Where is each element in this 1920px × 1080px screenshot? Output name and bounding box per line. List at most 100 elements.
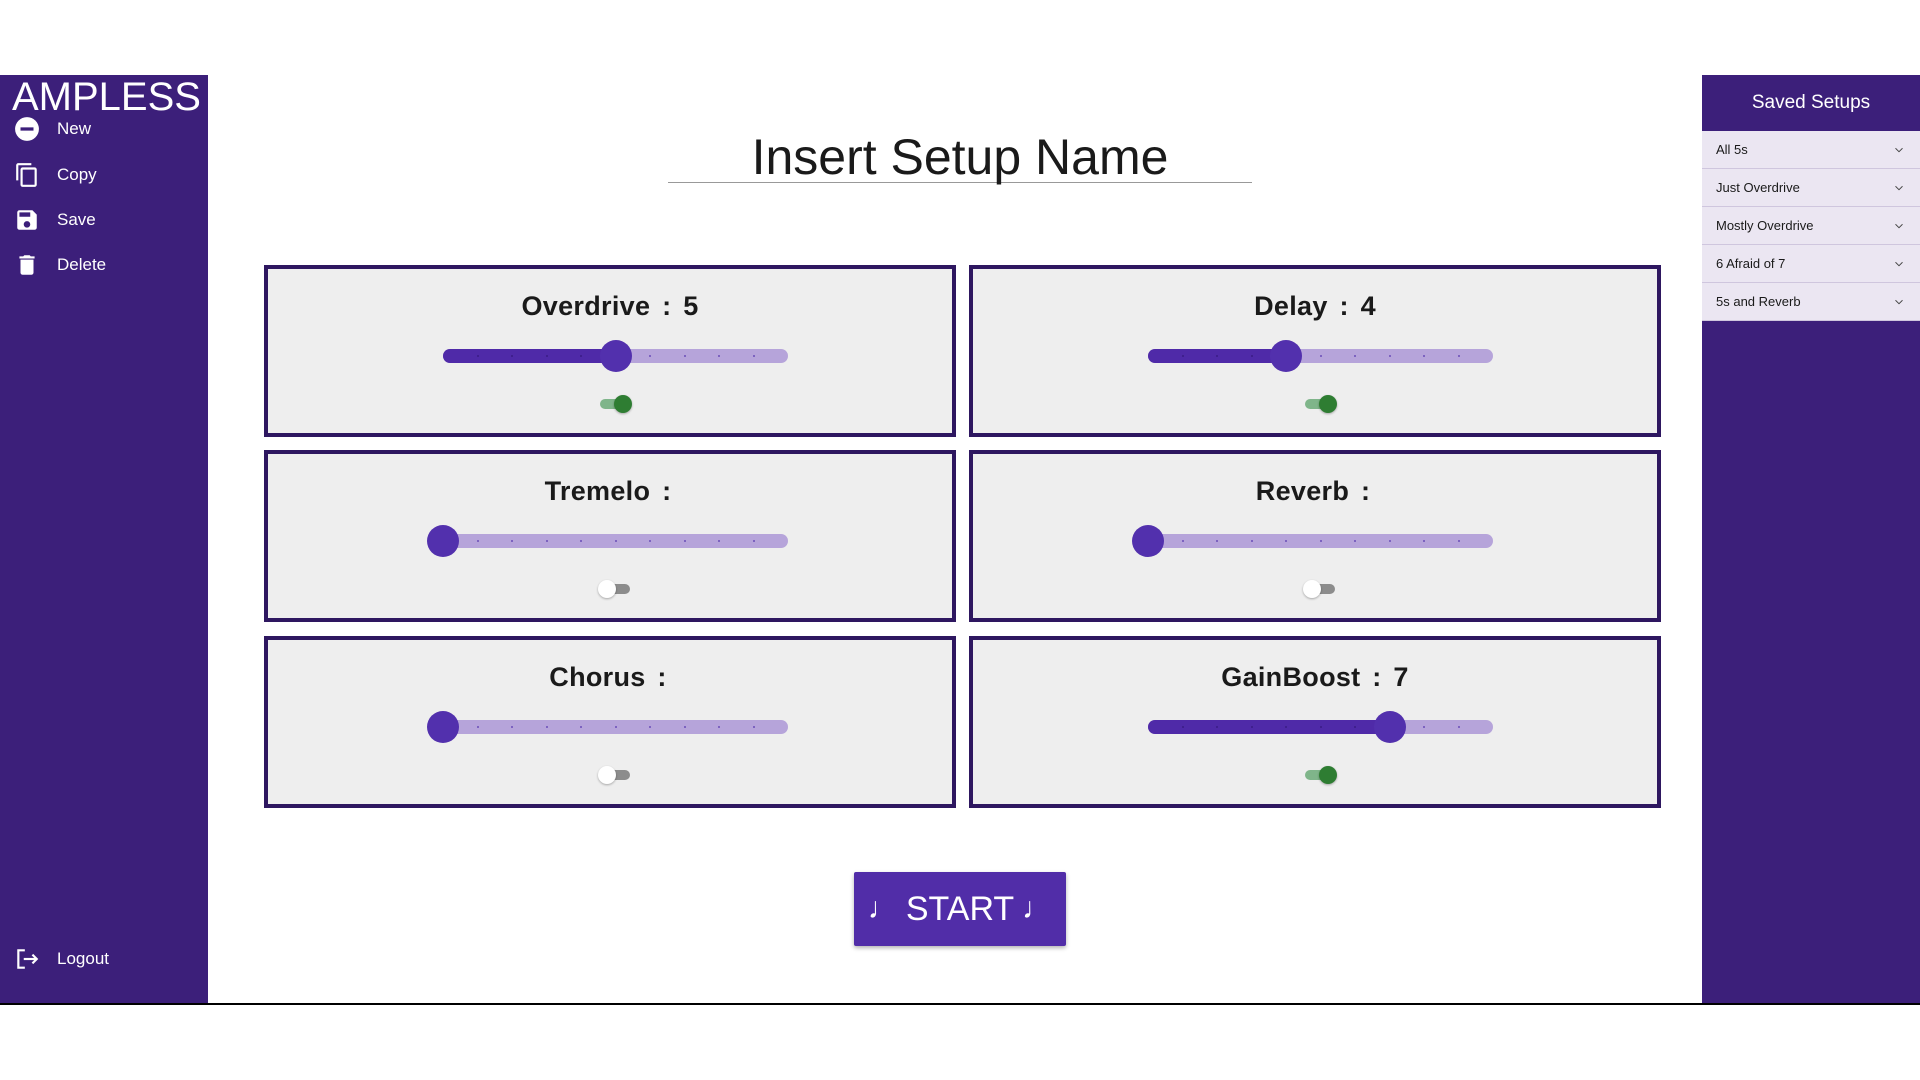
effect-value: 5 [683, 291, 699, 321]
floppy-disk-icon [12, 205, 42, 235]
start-button-label: START [905, 889, 1015, 928]
sidebar-item-delete[interactable]: Delete [0, 243, 208, 287]
slider-tick [649, 355, 651, 357]
slider-thumb[interactable] [599, 340, 632, 372]
chevron-down-icon[interactable] [1892, 181, 1906, 195]
effect-level-slider[interactable] [1148, 711, 1493, 743]
setup-name-input[interactable]: Insert Setup Name [668, 131, 1252, 183]
slider-tick [511, 540, 513, 542]
effect-enable-toggle[interactable] [598, 395, 632, 413]
slider-tick [580, 355, 582, 357]
toggle-knob [1319, 395, 1337, 413]
slider-tick [683, 540, 686, 542]
slider-tick [1181, 540, 1184, 542]
slider-tick [1423, 355, 1425, 357]
start-button[interactable]: ♩ START ♩ [854, 872, 1066, 946]
logout-label: Logout [57, 949, 109, 968]
saved-setup-item[interactable]: Just Overdrive [1702, 169, 1920, 207]
slider-tick [511, 355, 513, 357]
slider-tick [476, 726, 479, 728]
slider-tick [1181, 726, 1184, 728]
saved-setup-label: Just Overdrive [1716, 180, 1800, 195]
sidebar-item-label: Save [57, 210, 96, 229]
saved-setup-item[interactable]: 5s and Reverb [1702, 283, 1920, 321]
effect-level-slider[interactable] [427, 525, 788, 557]
saved-setups-title: Saved Setups [1751, 92, 1871, 113]
effect-card-chorus: Chorus : [264, 636, 956, 808]
effect-level-slider[interactable] [443, 340, 788, 372]
slider-tick [1423, 726, 1425, 728]
slider-tick [545, 355, 548, 357]
slider-tick [1457, 726, 1460, 728]
slider-thumb[interactable] [427, 525, 459, 557]
slider-tick [614, 540, 617, 542]
slider-tick [1250, 355, 1253, 357]
effect-separator: : [1339, 291, 1349, 321]
effect-card-tremelo: Tremelo : [264, 450, 956, 622]
slider-tick [1457, 540, 1460, 542]
app-frame: AMPLESS New Copy Save Delete Logout Inse… [0, 75, 1920, 1004]
effect-enable-toggle[interactable] [1303, 395, 1337, 413]
effect-enable-toggle[interactable] [1303, 766, 1337, 784]
effect-name: Chorus [549, 662, 646, 692]
slider-tick [476, 355, 479, 357]
effect-level-slider[interactable] [1148, 340, 1493, 372]
slider-tick [511, 726, 513, 728]
sidebar-item-new[interactable]: New [0, 107, 208, 151]
effect-title: Reverb : [973, 476, 1657, 507]
effect-separator: : [657, 662, 667, 692]
effect-title: Delay : 4 [973, 291, 1657, 322]
chevron-down-icon[interactable] [1892, 219, 1906, 233]
trash-icon [12, 250, 42, 280]
effect-enable-toggle[interactable] [1303, 580, 1337, 598]
slider-thumb[interactable] [1132, 525, 1164, 557]
slider-tick [1181, 355, 1184, 357]
slider-tick [580, 540, 582, 542]
effect-enable-toggle[interactable] [598, 766, 632, 784]
slider-tick [614, 726, 617, 728]
toggle-knob [1319, 766, 1337, 784]
sidebar-item-save[interactable]: Save [0, 198, 208, 242]
effect-level-slider[interactable] [427, 711, 788, 743]
saved-setup-item[interactable]: All 5s [1702, 131, 1920, 169]
saved-setup-label: Mostly Overdrive [1716, 218, 1814, 233]
effect-separator: : [662, 476, 672, 506]
sidebar-item-copy[interactable]: Copy [0, 153, 208, 197]
chevron-down-icon[interactable] [1892, 295, 1906, 309]
copy-icon [12, 160, 42, 190]
sidebar-item-label: New [57, 119, 92, 138]
effect-title: GainBoost : 7 [973, 662, 1657, 693]
slider-tick [545, 726, 548, 728]
logout-icon [12, 944, 42, 974]
saved-setups-panel: Saved Setups All 5s Just Overdrive Mostly … [1702, 75, 1920, 1004]
slider-thumb[interactable] [1270, 340, 1302, 372]
slider-tick [752, 355, 755, 357]
effect-card-overdrive: Overdrive : 5 [264, 265, 956, 437]
toggle-knob [598, 580, 616, 598]
effect-enable-toggle[interactable] [598, 580, 632, 598]
slider-tick [1423, 540, 1425, 542]
effect-separator: : [1372, 662, 1382, 692]
slider-tick [1354, 726, 1356, 728]
effect-value: 7 [1393, 662, 1409, 692]
slider-thumb[interactable] [1373, 711, 1406, 743]
slider-thumb[interactable] [427, 711, 459, 743]
slider-tick [718, 355, 720, 357]
music-note-icon: ♩ [867, 892, 898, 925]
chevron-down-icon[interactable] [1892, 257, 1906, 271]
slider-tick [1388, 355, 1391, 357]
effect-title: Overdrive : 5 [268, 291, 952, 322]
slider-tick [1354, 355, 1356, 357]
logout-button[interactable]: Logout [0, 937, 208, 981]
slider-tick [752, 540, 755, 542]
saved-setup-item[interactable]: Mostly Overdrive [1702, 207, 1920, 245]
effect-level-slider[interactable] [1132, 525, 1493, 557]
slider-tick [1285, 726, 1287, 728]
left-sidebar: AMPLESS New Copy Save Delete Logout [0, 75, 208, 1004]
effect-name: Delay [1254, 291, 1328, 321]
effect-separator: : [1360, 476, 1371, 506]
slider-tick [1285, 540, 1287, 542]
chevron-down-icon[interactable] [1892, 143, 1906, 157]
slider-tick [1250, 540, 1253, 542]
saved-setup-item[interactable]: 6 Afraid of 7 [1702, 245, 1920, 283]
